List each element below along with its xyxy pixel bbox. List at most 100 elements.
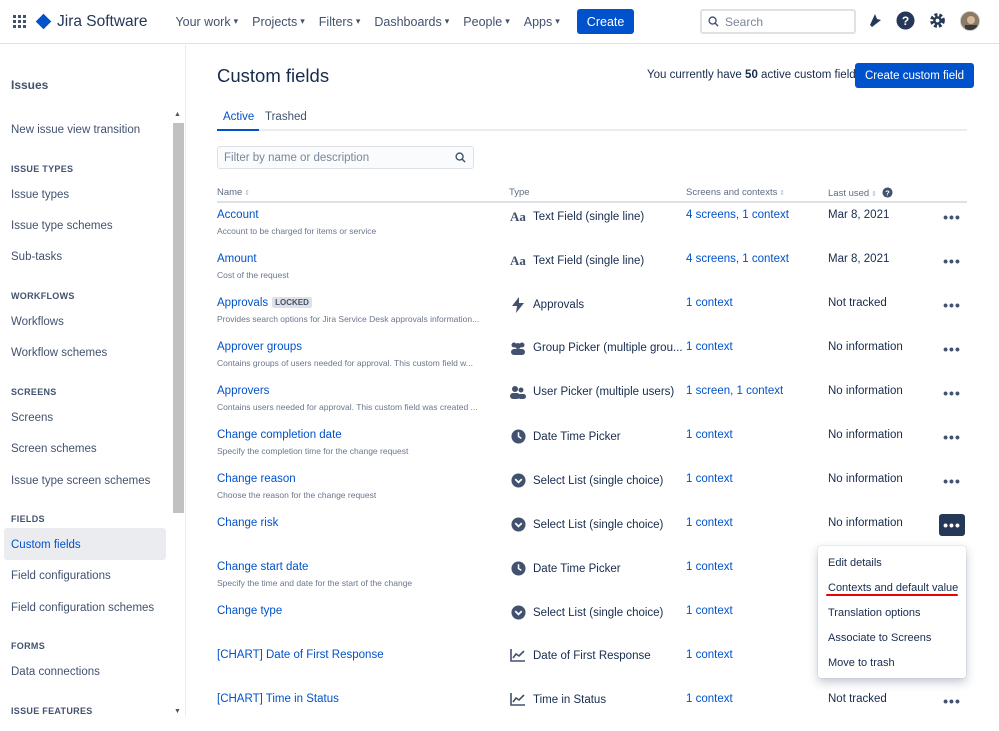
custom-field-count: You currently have 50 active custom fiel… <box>647 69 862 81</box>
menu-edit-details[interactable]: Edit details <box>828 557 882 569</box>
info-icon[interactable]: ? <box>882 187 893 198</box>
field-name-link[interactable]: [CHART] Date of First Response <box>217 649 384 661</box>
nav-people[interactable]: People ▾ <box>463 15 509 29</box>
more-actions-icon[interactable]: ••• <box>939 514 965 536</box>
more-actions-icon[interactable]: ••• <box>939 206 965 228</box>
screens-contexts-link[interactable]: 1 context <box>686 693 733 705</box>
more-actions-icon[interactable]: ••• <box>939 338 965 360</box>
locked-badge: LOCKED <box>272 297 312 309</box>
field-type: Date Time Picker <box>509 429 621 444</box>
sidebar-scrollbar[interactable] <box>173 123 184 513</box>
screens-contexts-link[interactable]: 1 context <box>686 649 733 661</box>
sort-icon: ⇕ <box>242 190 251 197</box>
sidebar-item-sub-tasks[interactable]: Sub-tasks <box>11 251 62 263</box>
field-type: Date of First Response <box>509 649 651 662</box>
nav-your-work[interactable]: Your work ▾ <box>175 15 238 29</box>
sidebar-item-new-issue-view-transition[interactable]: New issue view transition <box>11 124 140 136</box>
screens-contexts-link[interactable]: 1 context <box>686 341 733 353</box>
field-name-link[interactable]: Approvals LOCKED <box>217 297 312 309</box>
sidebar-item-field-configuration-schemes[interactable]: Field configuration schemes <box>11 602 154 614</box>
lightning-icon <box>509 297 527 313</box>
menu-translation-options[interactable]: Translation options <box>828 607 921 619</box>
nav-apps[interactable]: Apps ▾ <box>524 15 560 29</box>
avatar[interactable] <box>960 11 980 31</box>
field-name-link[interactable]: Account <box>217 209 259 221</box>
screens-contexts-link[interactable]: 1 screen, 1 context <box>686 385 783 397</box>
svg-text:?: ? <box>902 14 909 28</box>
table-row: Approvals LOCKED Provides search options f… <box>187 291 999 335</box>
create-custom-field-button[interactable]: Create custom field <box>855 63 975 88</box>
screens-contexts-link[interactable]: 1 context <box>686 561 733 573</box>
table-row: Amount Cost of the request Aa Text Field (s… <box>187 247 999 291</box>
field-name-link[interactable]: [CHART] Time in Status <box>217 693 339 705</box>
column-header-screens[interactable]: Screens and contexts ⇕ <box>686 187 785 198</box>
more-actions-icon[interactable]: ••• <box>939 382 965 404</box>
sidebar-item-screens[interactable]: Screens <box>11 412 53 424</box>
field-name-link[interactable]: Change type <box>217 605 282 617</box>
screens-contexts-link[interactable]: 1 context <box>686 473 733 485</box>
last-used: Mar 8, 2021 <box>828 209 890 221</box>
screens-contexts-link[interactable]: 1 context <box>686 429 733 441</box>
more-actions-icon[interactable]: ••• <box>939 294 965 316</box>
nav-dashboards[interactable]: Dashboards ▾ <box>374 15 449 29</box>
search-input[interactable]: Search <box>700 9 856 34</box>
chevron-down-icon: ▾ <box>505 16 510 26</box>
screens-contexts-link[interactable]: 4 screens, 1 context <box>686 253 789 265</box>
field-description: Contains users needed for approval. This… <box>217 402 478 412</box>
sort-icon: ⇕ <box>869 191 878 198</box>
group-icon <box>509 341 527 355</box>
search-icon <box>455 152 466 163</box>
scroll-down-arrow-icon[interactable]: ▼ <box>174 708 181 715</box>
scroll-up-arrow-icon[interactable]: ▲ <box>174 111 181 118</box>
sidebar-item-screen-schemes[interactable]: Screen schemes <box>11 443 97 455</box>
tab-trashed[interactable]: Trashed <box>265 111 307 123</box>
menu-contexts-and-default-value[interactable]: Contexts and default value <box>828 582 958 594</box>
field-name-link[interactable]: Change completion date <box>217 429 342 441</box>
field-name-link[interactable]: Approvers <box>217 385 269 397</box>
screens-contexts-link[interactable]: 1 context <box>686 297 733 309</box>
field-name-link[interactable]: Approver groups <box>217 341 302 353</box>
more-actions-icon[interactable]: ••• <box>939 426 965 448</box>
screens-contexts-link[interactable]: 1 context <box>686 605 733 617</box>
svg-text:?: ? <box>885 188 890 197</box>
field-name-link[interactable]: Change risk <box>217 517 278 529</box>
more-actions-icon[interactable]: ••• <box>939 250 965 272</box>
create-button[interactable]: Create <box>576 9 635 34</box>
field-type: User Picker (multiple users) <box>509 385 674 399</box>
field-description: Cost of the request <box>217 270 289 280</box>
sidebar-item-custom-fields[interactable]: Custom fields <box>11 539 81 551</box>
screens-contexts-link[interactable]: 1 context <box>686 517 733 529</box>
settings-icon[interactable] <box>928 11 947 30</box>
screens-contexts-link[interactable]: 4 screens, 1 context <box>686 209 789 221</box>
last-used: Not tracked <box>828 693 887 705</box>
sidebar-item-issue-type-schemes[interactable]: Issue type schemes <box>11 220 113 232</box>
sidebar-item-issue-types[interactable]: Issue types <box>11 189 69 201</box>
column-header-name[interactable]: Name ⇕ <box>217 187 250 198</box>
menu-move-to-trash[interactable]: Move to trash <box>828 657 895 669</box>
sidebar-item-field-configurations[interactable]: Field configurations <box>11 570 111 582</box>
help-icon[interactable]: ? <box>896 11 915 30</box>
field-name-link[interactable]: Change reason <box>217 473 296 485</box>
field-name-link[interactable]: Amount <box>217 253 257 265</box>
chevron-down-icon: ▾ <box>355 16 361 26</box>
field-name-link[interactable]: Change start date <box>217 561 308 573</box>
sidebar-item-data-connections[interactable]: Data connections <box>11 666 100 678</box>
more-actions-icon[interactable]: ••• <box>939 690 965 712</box>
jira-logo[interactable]: Jira Software <box>35 13 147 31</box>
sidebar-item-issue-type-screen-schemes[interactable]: Issue type screen schemes <box>11 475 150 487</box>
more-actions-icon[interactable]: ••• <box>939 470 965 492</box>
column-header-last-used[interactable]: Last used ⇕ ? <box>828 187 893 199</box>
tab-active[interactable]: Active <box>223 111 254 123</box>
sidebar-item-workflow-schemes[interactable]: Workflow schemes <box>11 347 107 359</box>
filter-input[interactable]: Filter by name or description <box>217 146 474 169</box>
menu-associate-to-screens[interactable]: Associate to Screens <box>828 632 931 644</box>
app-switcher-icon[interactable] <box>13 14 27 29</box>
row-actions-menu: Edit details Contexts and default value … <box>818 546 966 678</box>
last-used: Mar 8, 2021 <box>828 253 890 265</box>
text-field-icon: Aa <box>510 209 526 224</box>
notifications-icon[interactable] <box>866 12 884 30</box>
field-type: Date Time Picker <box>509 561 621 576</box>
nav-projects[interactable]: Projects ▾ <box>252 15 305 29</box>
sidebar-item-workflows[interactable]: Workflows <box>11 316 64 328</box>
nav-filters[interactable]: Filters ▾ <box>319 15 361 29</box>
